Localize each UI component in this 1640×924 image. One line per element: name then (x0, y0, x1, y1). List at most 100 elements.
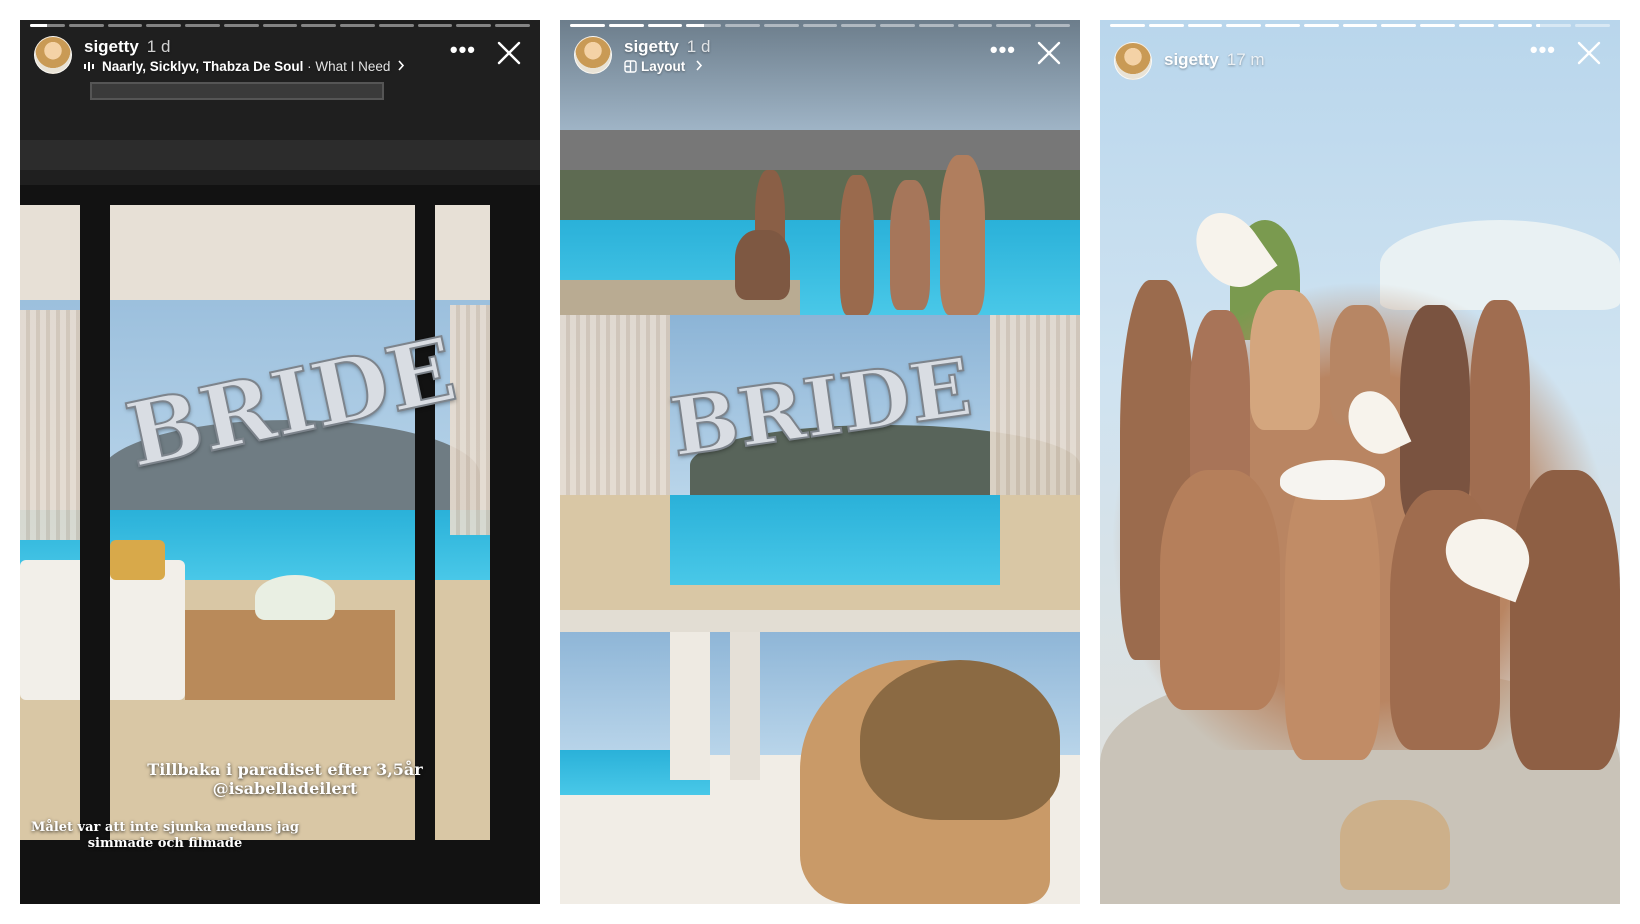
story-panel-1[interactable]: BRIDE Tillbaka i paradiset efter 3,5år @… (20, 20, 540, 904)
door-frame-right (490, 185, 540, 845)
progress-segment (30, 24, 65, 27)
progress-segment (996, 24, 1032, 27)
story-header: sigetty 17 m ••• (1112, 34, 1608, 82)
woman-figure (840, 175, 874, 315)
progress-segment (223, 24, 259, 27)
progress-segment (146, 24, 182, 27)
progress-segment (1148, 24, 1184, 27)
music-artists: Naarly, Sicklуv, Thabza De Soul (102, 59, 304, 74)
username[interactable]: sigetty 1 d (84, 37, 170, 57)
caption-line: Målet var att inte sjunka medans jag (31, 820, 299, 835)
avatar[interactable] (1114, 42, 1152, 80)
music-separator: · (303, 59, 316, 74)
progress-segment-fill (1381, 24, 1417, 27)
progress-segment-fill (1265, 24, 1300, 27)
post-time: 1 d (146, 37, 171, 56)
progress-segment (340, 24, 375, 27)
woman-figure (1250, 290, 1320, 430)
woman-in-hat (940, 155, 985, 315)
progress-segment (841, 24, 877, 27)
progress-segment-fill (1497, 24, 1533, 27)
username[interactable]: sigetty 17 m (1164, 50, 1265, 70)
progress-segment (456, 24, 492, 27)
more-icon[interactable]: ••• (450, 39, 476, 61)
progress-segment (608, 24, 644, 27)
progress-segment (918, 24, 954, 27)
username-text[interactable]: sigetty (1164, 50, 1219, 69)
progress-segment (185, 24, 220, 27)
straw-bag (1340, 800, 1450, 890)
progress-segment (1303, 24, 1339, 27)
story-progress-bar (1110, 24, 1610, 27)
story-panel-2[interactable]: BRIDE sigetty 1 d Layout ••• (560, 20, 1080, 904)
avatar[interactable] (574, 36, 612, 74)
progress-segment (1575, 24, 1610, 27)
progress-segment (1381, 24, 1417, 27)
post-time: 1 d (686, 37, 711, 56)
story-caption-bottom: Målet var att inte sjunka medans jag sim… (25, 820, 305, 851)
close-icon[interactable] (496, 40, 522, 66)
progress-segment-fill (608, 24, 644, 27)
progress-segment-fill (647, 24, 683, 27)
progress-segment-fill (1420, 24, 1455, 27)
story-caption-main: Tillbaka i paradiset efter 3,5år @isabel… (120, 760, 450, 798)
music-track: What I Need (315, 59, 391, 74)
story-header: sigetty 1 d Layout ••• (572, 34, 1068, 82)
progress-segment (1226, 24, 1262, 27)
progress-segment (378, 24, 414, 27)
door-frame-mid (415, 185, 435, 845)
progress-segment-fill (1342, 24, 1378, 27)
avatar[interactable] (34, 36, 72, 74)
username[interactable]: sigetty 1 d (624, 37, 710, 57)
progress-segment (880, 24, 915, 27)
woman-kneeling (1160, 470, 1280, 710)
progress-segment (1497, 24, 1533, 27)
progress-segment (417, 24, 453, 27)
cushion (110, 540, 165, 580)
progress-segment (107, 24, 143, 27)
close-icon[interactable] (1036, 40, 1062, 66)
more-icon[interactable]: ••• (1530, 39, 1556, 61)
music-icon (84, 62, 94, 71)
progress-segment (647, 24, 683, 27)
progress-segment-fill (1187, 24, 1223, 27)
progress-segment (725, 24, 760, 27)
post-time: 17 m (1226, 50, 1265, 69)
layout-icon (624, 60, 637, 73)
story-header: sigetty 1 d Naarly, Sicklуv, Thabza De So… (32, 34, 528, 82)
chevron-right-icon (696, 60, 703, 71)
layout-attribution[interactable]: Layout (624, 59, 703, 74)
caption-line: Tillbaka i paradiset efter 3,5år (147, 760, 423, 779)
woman-figure (1510, 470, 1620, 770)
progress-segment (763, 24, 799, 27)
progress-segment-fill (1226, 24, 1262, 27)
more-icon[interactable]: ••• (990, 39, 1016, 61)
progress-segment-fill (1536, 24, 1540, 27)
progress-segment (301, 24, 337, 27)
progress-segment (1536, 24, 1572, 27)
username-text[interactable]: sigetty (624, 37, 679, 56)
hair (860, 660, 1060, 820)
progress-segment-fill (1110, 24, 1145, 27)
progress-segment-fill (686, 24, 704, 27)
pillar (670, 620, 710, 780)
username-text[interactable]: sigetty (84, 37, 139, 56)
curtain-right (990, 315, 1080, 515)
progress-segment (686, 24, 722, 27)
progress-segment (1187, 24, 1223, 27)
beam (20, 140, 540, 170)
progress-segment (1458, 24, 1494, 27)
progress-segment (1420, 24, 1455, 27)
door-frame-left (80, 185, 110, 845)
music-attribution[interactable]: Naarly, Sicklуv, Thabza De Soul · What I… (84, 59, 405, 74)
progress-segment-fill (30, 24, 48, 27)
progress-segment (802, 24, 838, 27)
layout-label: Layout (641, 59, 686, 74)
progress-segment (1342, 24, 1378, 27)
story-progress-bar (570, 24, 1070, 27)
close-icon[interactable] (1576, 40, 1602, 66)
story-panel-3[interactable]: sigetty 17 m ••• (1100, 20, 1620, 904)
progress-segment (1110, 24, 1145, 27)
pillar (730, 630, 760, 780)
progress-segment (1265, 24, 1300, 27)
